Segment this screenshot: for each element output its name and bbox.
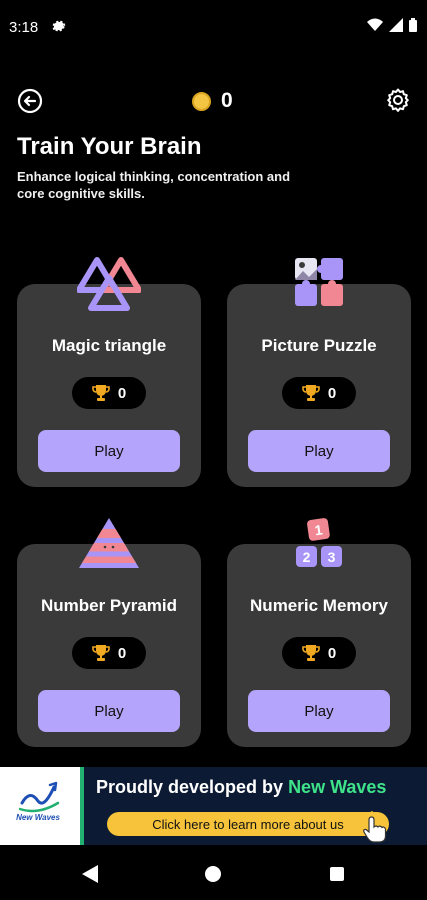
status-bar: 3:18 — [0, 0, 427, 56]
number-blocks-icon: 1 2 3 — [296, 518, 342, 567]
gear-icon — [52, 20, 66, 32]
trophy-icon — [302, 385, 320, 401]
puzzle-icon — [295, 258, 343, 306]
play-button[interactable]: Play — [248, 690, 390, 732]
top-bar: 0 — [0, 84, 427, 116]
game-card-magic-triangle: Magic triangle 0 Play — [17, 257, 201, 487]
game-title: Numeric Memory — [250, 596, 388, 615]
logo-brand-text: New Waves — [16, 813, 60, 822]
signal-icon — [389, 18, 403, 32]
promo-banner[interactable]: New Waves Proudly developed by New Waves… — [0, 767, 427, 845]
trophy-icon — [92, 385, 110, 401]
wifi-icon — [367, 18, 383, 31]
pointer-hand-icon — [361, 811, 387, 843]
status-time: 3:18 — [9, 19, 39, 36]
learn-more-button[interactable]: Click here to learn more about us — [107, 812, 389, 836]
game-title: Number Pyramid — [40, 596, 178, 615]
score-value: 0 — [117, 384, 127, 402]
score-value: 0 — [117, 644, 127, 662]
game-card-picture-puzzle: Picture Puzzle 0 Play — [227, 258, 411, 487]
back-arrow-icon[interactable] — [17, 88, 43, 114]
play-button[interactable]: Play — [38, 690, 180, 732]
score-value: 0 — [327, 384, 337, 402]
score-badge: 0 — [282, 377, 356, 409]
game-title: Picture Puzzle — [261, 336, 377, 355]
status-icons — [367, 18, 417, 32]
score-badge: 0 — [72, 377, 146, 409]
wave-logo-icon — [18, 781, 60, 813]
score-value: 0 — [327, 644, 337, 662]
triangle-icon — [77, 257, 141, 311]
page-subtitle: Enhance logical thinking, concentration … — [17, 169, 291, 201]
page-title: Train Your Brain — [17, 133, 202, 160]
battery-icon — [409, 18, 417, 32]
banner-headline: Proudly developed by New Waves — [96, 777, 386, 798]
banner-brand: New Waves — [288, 777, 387, 797]
game-title: Magic triangle — [51, 336, 167, 355]
coin-balance: 0 — [192, 89, 233, 113]
nav-back-icon[interactable] — [82, 865, 98, 883]
system-nav-bar — [0, 845, 427, 900]
pyramid-icon — [79, 518, 139, 568]
coin-icon — [192, 91, 211, 111]
coin-count: 0 — [221, 89, 233, 112]
game-card-numeric-memory: 1 2 3 Numeric Memory 0 Play — [227, 518, 411, 747]
trophy-icon — [302, 645, 320, 661]
settings-gear-icon[interactable] — [385, 87, 411, 113]
score-badge: 0 — [72, 637, 146, 669]
score-badge: 0 — [282, 637, 356, 669]
new-waves-logo: New Waves — [0, 767, 84, 845]
digit-3: 3 — [328, 549, 336, 565]
game-card-number-pyramid: Number Pyramid 0 Play — [17, 518, 201, 747]
play-button[interactable]: Play — [38, 430, 180, 472]
play-button[interactable]: Play — [248, 430, 390, 472]
digit-2: 2 — [303, 549, 311, 565]
banner-headline-text: Proudly developed by — [96, 777, 284, 797]
trophy-icon — [92, 645, 110, 661]
nav-recents-icon[interactable] — [330, 867, 344, 881]
nav-home-icon[interactable] — [205, 866, 221, 882]
